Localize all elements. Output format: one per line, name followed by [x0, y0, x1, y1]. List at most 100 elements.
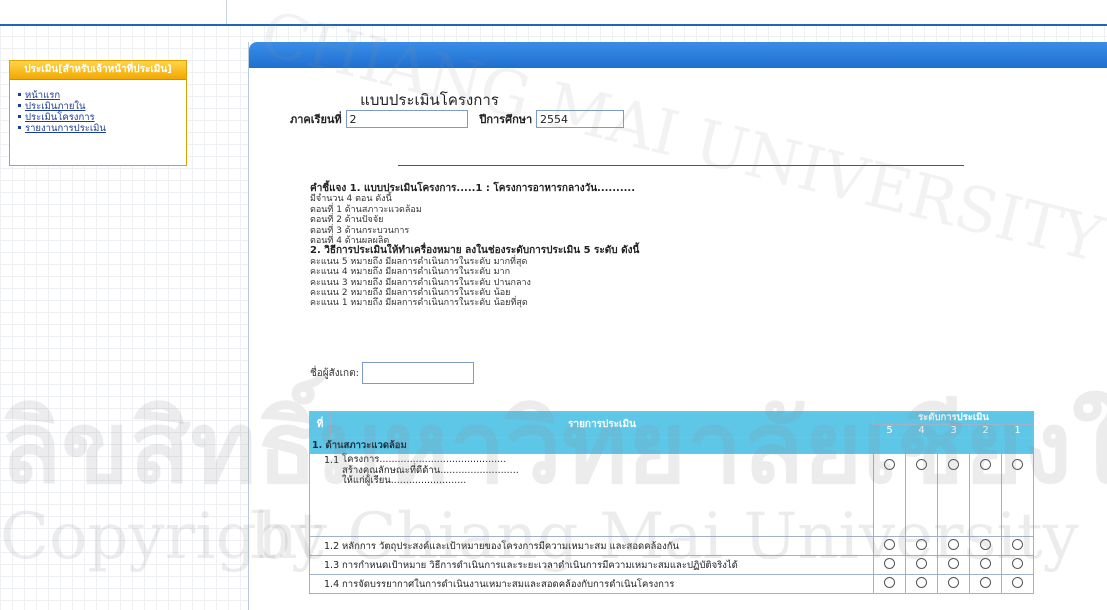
sidebar-item-project-eval: ประเมินโครงการ [18, 112, 186, 123]
part-line: ตอนที่ 3 ด้านกระบวนการ [310, 225, 410, 236]
year-input[interactable]: 2554 [536, 110, 625, 128]
sidebar: ประเมิน[สำหรับเจ้าหน้าที่ประเมิน] หน้าแร… [9, 60, 187, 166]
item-cell: 1.1 โครงการ.............................… [309, 453, 874, 537]
rating-radio-4[interactable] [916, 459, 927, 470]
rating-cell [873, 536, 906, 556]
item-cell: 1.2 หลักการ วัตถุประสงค์และเป้าหมายของโคร… [309, 536, 874, 556]
observer-input[interactable] [361, 362, 474, 384]
level-4-header: 4 [905, 424, 938, 438]
observer-row: ชื่อผู้สังเกต: [310, 362, 474, 384]
part-line: ตอนที่ 2 ด้านปัจจัย [310, 215, 384, 226]
rating-radio-5[interactable] [884, 577, 895, 588]
rating-radio-4[interactable] [916, 577, 927, 588]
table-row: 1.2 หลักการ วัตถุประสงค์และเป้าหมายของโคร… [309, 536, 1034, 556]
item-text: ให้แก่ผู้เรียน......................... [342, 475, 467, 486]
parts-intro: มีจำนวน 4 ตอน ดังนี้ [310, 194, 392, 205]
top-bar-segment [0, 0, 227, 24]
rating-cell [905, 453, 938, 537]
rating-cell [969, 555, 1002, 575]
term-input[interactable]: 2 [345, 110, 468, 128]
item-number: 1.1 [324, 455, 340, 466]
rating-cell [1001, 453, 1034, 537]
col-header-level: ระดับการประเมิน [873, 411, 1034, 425]
table-row: 1.3 การกำหนดเป้าหมาย วิธีการดำเนินการและร… [309, 555, 1034, 575]
rating-cell [937, 574, 970, 594]
instructions-heading-1: คำชี้แจง 1. แบบประเมินโครงการ.....1 : โค… [310, 183, 636, 194]
item-number: 1.3 [324, 559, 340, 571]
table-row: 1.4 การจัดบรรยากาศในการดำเนินงานเหมาะสมแล… [309, 574, 1034, 594]
rating-radio-1[interactable] [1012, 577, 1023, 588]
rating-cell [969, 536, 1002, 556]
col-header-item: รายการประเมิน [330, 411, 874, 438]
sidebar-header: ประเมิน[สำหรับเจ้าหน้าที่ประเมิน] [10, 61, 186, 80]
instructions: คำชี้แจง 1. แบบประเมินโครงการ.....1 : โค… [310, 183, 870, 309]
item-text: โครงการ.................................… [342, 454, 507, 465]
rating-radio-1[interactable] [1012, 539, 1023, 550]
top-bar [0, 0, 1107, 26]
rating-cell [873, 453, 906, 537]
rating-cell [873, 555, 906, 575]
sidebar-link-project-eval[interactable]: ประเมินโครงการ [25, 112, 95, 123]
rating-radio-1[interactable] [1012, 459, 1023, 470]
part-line: ตอนที่ 1 ด้านสภาวะแวดล้อม [310, 204, 422, 215]
form-title: แบบประเมินโครงการ [360, 91, 499, 109]
level-2-header: 2 [969, 424, 1002, 438]
bullet-icon [18, 126, 21, 129]
term-label: ภาคเรียนที่ [290, 113, 342, 126]
rating-radio-4[interactable] [916, 539, 927, 550]
rating-cell [905, 536, 938, 556]
rating-cell [937, 555, 970, 575]
divider [398, 165, 964, 166]
item-number: 1.2 [324, 540, 340, 552]
score-line: คะแนน 4 หมายถึง มีผลการดำเนินการในระดับ … [310, 267, 511, 278]
col-header-no: ที่ [309, 411, 331, 438]
rating-cell [905, 555, 938, 575]
rating-radio-2[interactable] [980, 539, 991, 550]
item-cell: 1.3 การกำหนดเป้าหมาย วิธีการดำเนินการและร… [309, 555, 874, 575]
rating-radio-2[interactable] [980, 558, 991, 569]
level-1-header: 1 [1001, 424, 1034, 438]
rating-radio-3[interactable] [948, 459, 959, 470]
content-banner [249, 42, 1107, 68]
rating-radio-5[interactable] [884, 539, 895, 550]
score-line: คะแนน 2 หมายถึง มีผลการดำเนินการในระดับ … [310, 288, 511, 299]
item-text: การจัดบรรยากาศในการดำเนินงานเหมาะสมและสอ… [342, 578, 675, 590]
rating-radio-1[interactable] [1012, 558, 1023, 569]
rating-cell [969, 453, 1002, 537]
instructions-heading-2: 2. วิธีการประเมินให้ทำเครื่องหมาย ลงในช่… [310, 245, 640, 257]
rating-cell [1001, 555, 1034, 575]
section-header: 1. ด้านสภาวะแวดล้อม [309, 437, 1034, 454]
sidebar-link-report[interactable]: รายงานการประเมิน [25, 123, 106, 134]
rating-radio-3[interactable] [948, 577, 959, 588]
level-3-header: 3 [937, 424, 970, 438]
item-cell: 1.4 การจัดบรรยากาศในการดำเนินงานเหมาะสมแล… [309, 574, 874, 594]
rating-radio-2[interactable] [980, 577, 991, 588]
bullet-icon [18, 115, 21, 118]
rating-cell [969, 574, 1002, 594]
sidebar-item-report: รายงานการประเมิน [18, 123, 186, 134]
score-line: คะแนน 3 หมายถึง มีผลการดำเนินการในระดับ … [310, 277, 531, 288]
rating-cell [1001, 574, 1034, 594]
year-label: ปีการศึกษา [479, 113, 533, 126]
rating-radio-5[interactable] [884, 459, 895, 470]
rating-cell [937, 536, 970, 556]
item-number: 1.4 [324, 578, 340, 590]
evaluation-table: ที่ รายการประเมิน ระดับการประเมิน 5 4 3 … [309, 411, 1034, 594]
rating-radio-2[interactable] [980, 459, 991, 470]
score-line: คะแนน 1 หมายถึง มีผลการดำเนินการในระดับ … [310, 298, 528, 309]
rating-radio-4[interactable] [916, 558, 927, 569]
rating-cell [1001, 536, 1034, 556]
item-text: การกำหนดเป้าหมาย วิธีการดำเนินการและระยะ… [342, 559, 738, 571]
score-line: คะแนน 5 หมายถึง มีผลการดำเนินการในระดับ … [310, 256, 528, 267]
observer-label: ชื่อผู้สังเกต: [310, 368, 359, 379]
term-row: ภาคเรียนที่ 2 ปีการศึกษา 2554 [290, 110, 625, 128]
rating-cell [905, 574, 938, 594]
rating-cell [937, 453, 970, 537]
rating-cell [873, 574, 906, 594]
rating-radio-3[interactable] [948, 539, 959, 550]
item-text: หลักการ วัตถุประสงค์และเป้าหมายของโครงกา… [342, 540, 679, 552]
table-row: 1.1 โครงการ.............................… [309, 453, 1034, 537]
rating-radio-3[interactable] [948, 558, 959, 569]
rating-radio-5[interactable] [884, 558, 895, 569]
level-5-header: 5 [873, 424, 906, 438]
